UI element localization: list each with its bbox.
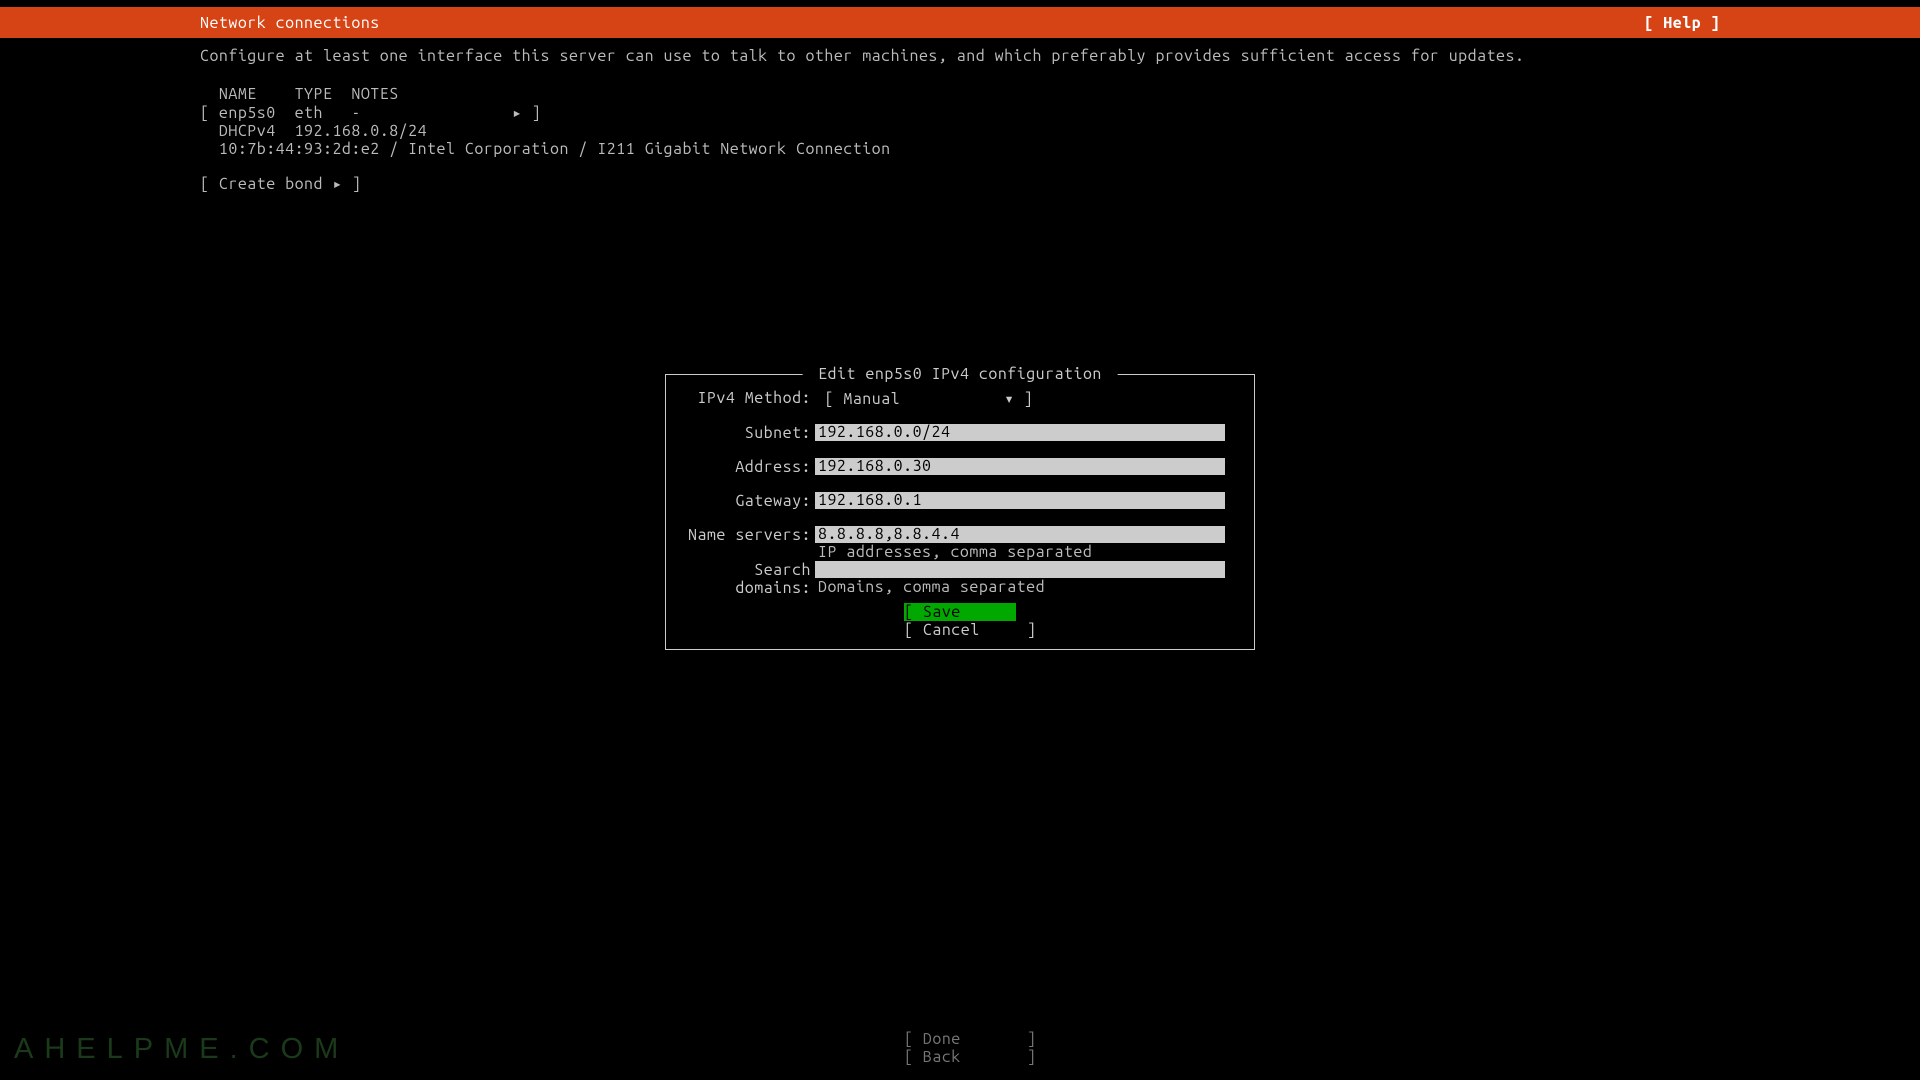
subnet-label: Subnet: (680, 424, 815, 442)
save-button[interactable]: [ Save ] (904, 603, 1016, 621)
iface-dhcp-info: DHCPv4 192.168.0.8/24 (200, 122, 1720, 140)
iface-hw-info: 10:7b:44:93:2d:e2 / Intel Corporation / … (200, 140, 1720, 158)
ipv4-method-select[interactable]: [ Manual ▾ ] (815, 390, 1033, 408)
dialog-title: Edit enp5s0 IPv4 configuration (803, 365, 1118, 383)
back-button[interactable]: [ Back ] (904, 1048, 1016, 1066)
subnet-input[interactable] (815, 424, 1225, 441)
iface-table-header: NAME TYPE NOTES (200, 85, 1720, 103)
nameservers-label: Name servers: (680, 526, 815, 544)
nameservers-hint: IP addresses, comma separated (815, 543, 1240, 561)
header-bar: Network connections [ Help ] (0, 7, 1920, 38)
cancel-button[interactable]: [ Cancel ] (904, 621, 1016, 639)
searchdomains-input[interactable] (815, 561, 1225, 578)
iface-row-enp5s0[interactable]: [ enp5s0 eth - ▸ ] (200, 103, 1720, 122)
nameservers-input[interactable] (815, 526, 1225, 543)
searchdomains-hint: Domains, comma separated (815, 578, 1240, 596)
ipv4-config-dialog: Edit enp5s0 IPv4 configuration IPv4 Meth… (665, 374, 1255, 650)
ipv4-method-label: IPv4 Method: (680, 389, 815, 407)
create-bond-button[interactable]: [ Create bond ▸ ] (200, 174, 1720, 193)
description-text: Configure at least one interface this se… (200, 47, 1720, 65)
address-input[interactable] (815, 458, 1225, 475)
gateway-input[interactable] (815, 492, 1225, 509)
done-button[interactable]: [ Done ] (904, 1030, 1016, 1048)
main-content: Configure at least one interface this se… (0, 38, 1920, 193)
address-label: Address: (680, 458, 815, 476)
searchdomains-label: Search domains: (680, 561, 815, 597)
help-button[interactable]: [ Help ] (1644, 14, 1720, 32)
watermark-text: AHELPME.COM (14, 1033, 349, 1066)
gateway-label: Gateway: (680, 492, 815, 510)
page-title: Network connections (200, 14, 380, 32)
